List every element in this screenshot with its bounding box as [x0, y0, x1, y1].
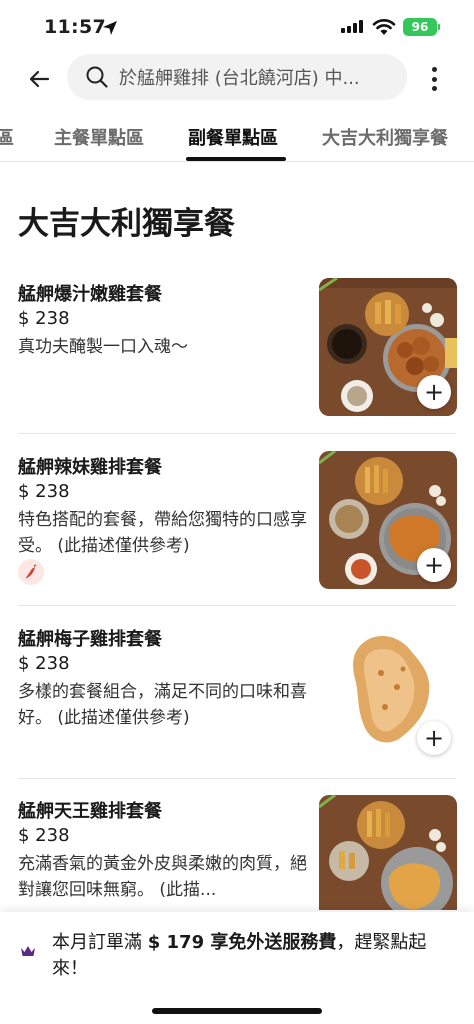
- item-description: 真功夫醃製一口入魂～: [18, 337, 188, 357]
- search-input[interactable]: 於艋舺雞排 (台北饒河店) 中...: [119, 64, 379, 90]
- tab-solo-meals[interactable]: 大吉大利獨享餐: [322, 124, 448, 150]
- wifi-icon: [372, 19, 396, 35]
- add-to-cart-button[interactable]: +: [417, 375, 451, 409]
- divider: [18, 433, 456, 434]
- tab-partial-left[interactable]: 區: [0, 124, 14, 150]
- cellular-signal-icon: [341, 20, 363, 33]
- section-title: 大吉大利獨享餐: [18, 206, 235, 242]
- search-icon: [86, 66, 108, 88]
- category-tabs: 區 主餐單點區 副餐單點區 大吉大利獨享餐: [0, 110, 474, 162]
- item-price: $ 238: [18, 308, 70, 329]
- tab-side-dishes[interactable]: 副餐單點區: [188, 124, 278, 150]
- item-description: 多樣的套餐組合，滿足不同的口味和喜好。 (此描述僅供參考): [18, 682, 307, 728]
- status-bar: 11:57 96: [0, 0, 474, 52]
- divider: [18, 605, 456, 606]
- crown-icon: [21, 946, 35, 956]
- item-name: 艋舺天王雞排套餐: [18, 801, 162, 822]
- banner-text: 本月訂單滿 $ 179 享免外送服務費，趕緊點起來！: [52, 930, 452, 982]
- active-tab-indicator: [186, 157, 286, 161]
- home-indicator: [152, 1008, 322, 1014]
- item-description: 充滿香氣的黃金外皮與柔嫩的肉質，絕對讓您回味無窮。 (此描...: [18, 854, 307, 900]
- item-name: 艋舺梅子雞排套餐: [18, 629, 162, 650]
- battery-icon: 96: [403, 18, 437, 36]
- item-name: 艋舺辣妹雞排套餐: [18, 457, 162, 478]
- divider: [18, 778, 456, 779]
- tab-main-meals[interactable]: 主餐單點區: [54, 124, 144, 150]
- item-price: $ 238: [18, 481, 70, 502]
- add-to-cart-button[interactable]: +: [417, 548, 451, 582]
- banner-highlight: 享免外送服務費: [204, 932, 337, 953]
- item-price: $ 238: [18, 653, 70, 674]
- add-to-cart-button[interactable]: +: [417, 721, 451, 755]
- item-description: 特色搭配的套餐，帶給您獨特的口感享受。 (此描述僅供參考): [18, 510, 307, 556]
- item-name: 艋舺爆汁嫩雞套餐: [18, 284, 162, 305]
- battery-tip: [438, 24, 440, 30]
- banner-prefix: 本月訂單滿: [52, 932, 148, 953]
- location-arrow-icon: [103, 21, 117, 35]
- item-price: $ 238: [18, 825, 70, 846]
- banner-amount: $ 179: [147, 932, 205, 953]
- more-options-icon[interactable]: [422, 64, 446, 94]
- status-time: 11:57: [44, 16, 106, 38]
- chili-pepper-icon: [18, 559, 44, 585]
- back-arrow-icon[interactable]: [24, 64, 54, 94]
- item-photo: [319, 795, 457, 910]
- top-bar: 於艋舺雞排 (台北饒河店) 中...: [0, 52, 474, 104]
- search-bar[interactable]: 於艋舺雞排 (台北饒河店) 中...: [67, 54, 407, 100]
- battery-level: 96: [411, 20, 429, 34]
